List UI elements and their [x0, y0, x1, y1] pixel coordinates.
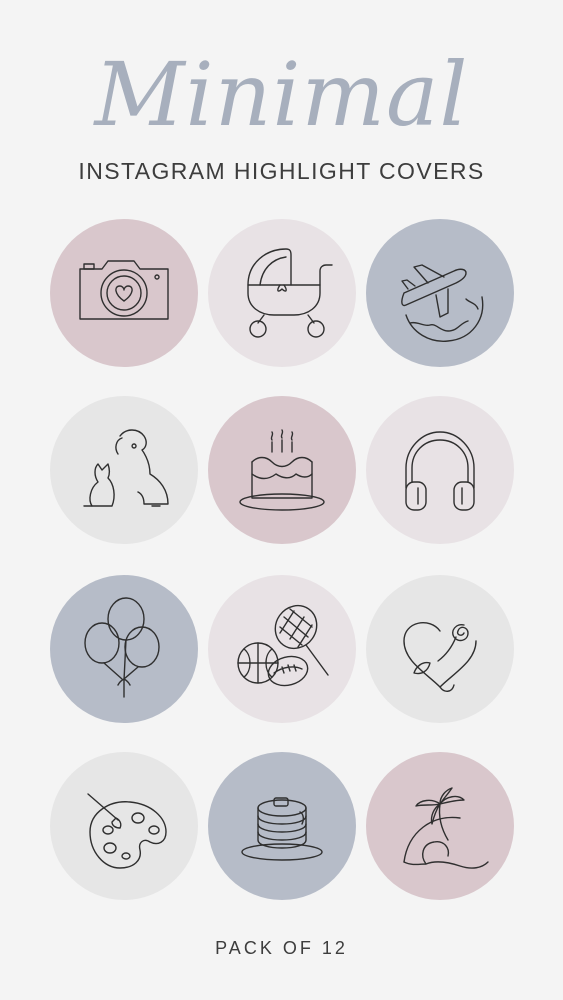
palm-wave-icon — [403, 787, 489, 869]
birthday-cake-icon — [239, 429, 325, 511]
highlight-cover[interactable] — [50, 752, 198, 900]
highlight-cover[interactable] — [366, 396, 514, 544]
subtitle: INSTAGRAM HIGHLIGHT COVERS — [78, 158, 485, 184]
highlight-cover[interactable] — [50, 396, 198, 544]
pack-count-label: PACK OF 12 — [215, 938, 348, 958]
camera-heart-icon — [79, 260, 169, 320]
highlight-cover[interactable] — [366, 575, 514, 723]
highlight-cover[interactable] — [208, 396, 356, 544]
script-title: Minimal — [94, 43, 469, 146]
highlight-cover[interactable] — [208, 575, 356, 723]
cat-dog-icon — [83, 429, 169, 507]
highlight-cover[interactable] — [50, 575, 198, 723]
airplane-globe-icon — [401, 264, 484, 342]
balloons-icon — [84, 597, 160, 698]
heart-rose-icon — [403, 622, 477, 692]
headphones-icon — [405, 431, 475, 511]
baby-stroller-icon — [247, 248, 333, 338]
pancakes-icon — [241, 797, 323, 861]
highlight-cover[interactable] — [208, 752, 356, 900]
highlight-cover[interactable] — [50, 219, 198, 367]
paint-palette-icon — [87, 793, 167, 869]
sports-balls-racket-icon — [237, 604, 329, 687]
highlight-cover[interactable] — [208, 219, 356, 367]
highlight-cover[interactable] — [366, 752, 514, 900]
highlight-cover[interactable] — [366, 219, 514, 367]
